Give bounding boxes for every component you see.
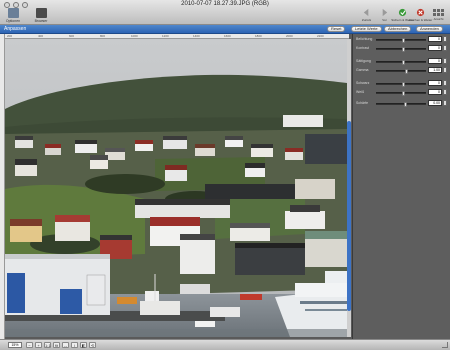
image-canvas[interactable] — [5, 39, 347, 337]
ruler-tick: 600 — [69, 34, 75, 38]
browser-button[interactable]: Browser — [32, 8, 50, 23]
slider-label: Schärfe — [356, 101, 369, 105]
forward-arrow-icon — [382, 8, 388, 17]
toolbar-left: Optionen Browser — [4, 8, 50, 23]
status-bar: 15% − + 1:1 fit ↔ ↕ ◧ ⟲ — [0, 339, 450, 350]
gamma-stepper[interactable] — [443, 67, 447, 73]
options-icon — [7, 8, 19, 18]
adjust-header-bar: Anpassen Reset Letzte Werte Abbrechen An… — [0, 25, 450, 34]
ruler-tick: 2000 — [286, 34, 293, 38]
contrast-stepper[interactable] — [443, 45, 447, 51]
ruler-tick: 200 — [7, 34, 13, 38]
adjustments-panel: Belichtung 0 Kontrast 0 Sättigung 0 Gamm… — [352, 34, 450, 339]
slider-knob[interactable] — [401, 47, 405, 52]
contrast-slider[interactable] — [376, 47, 426, 52]
compare-button[interactable]: ◧ — [80, 342, 87, 348]
gamma-value[interactable]: 1.00 — [428, 67, 442, 73]
saturation-stepper[interactable] — [443, 58, 447, 64]
app-window: 2010-07-07 18.27.39.JPG (RGB) Optionen B… — [0, 0, 450, 350]
zoom-out-button[interactable]: − — [26, 342, 33, 348]
slider-knob[interactable] — [401, 38, 405, 43]
white-value[interactable]: 0 — [428, 89, 442, 95]
title-toolbar: 2010-07-07 18.27.39.JPG (RGB) Optionen B… — [0, 0, 450, 25]
back-arrow-icon — [363, 8, 369, 17]
saturation-value[interactable]: 0 — [428, 58, 442, 64]
cancel-button[interactable]: Abbrechen — [384, 26, 412, 32]
actual-size-button[interactable]: 1:1 — [44, 342, 51, 348]
gamma-slider[interactable] — [376, 69, 426, 74]
slider-label: Gamma — [356, 68, 369, 72]
vertical-scroll-thumb[interactable] — [347, 121, 351, 311]
ruler-tick: 2200 — [317, 34, 324, 38]
contrast-value[interactable]: 0 — [428, 45, 442, 51]
exposure-slider[interactable] — [376, 38, 426, 43]
reset-button[interactable]: Reset — [327, 26, 346, 32]
view-button[interactable]: Ansicht — [431, 8, 446, 21]
white-slider[interactable] — [376, 91, 426, 96]
slider-knob[interactable] — [401, 60, 405, 65]
panel-title: Anpassen — [4, 26, 27, 32]
save-continue-icon — [398, 8, 407, 17]
ruler-tick: 1200 — [162, 34, 169, 38]
delete-continue-icon — [416, 8, 425, 17]
slider-row-contrast: Kontrast 0 — [356, 45, 448, 53]
ruler-tick: 1800 — [255, 34, 262, 38]
view-grid-icon — [433, 9, 444, 16]
slider-row-white: Weiß 0 — [356, 89, 448, 97]
vertical-scrollbar[interactable] — [347, 39, 351, 337]
exposure-value[interactable]: 0 — [428, 36, 442, 42]
ruler-tick: 800 — [100, 34, 106, 38]
fit-width-button[interactable]: ↔ — [62, 342, 69, 348]
last-values-button[interactable]: Letzte Werte — [351, 26, 382, 32]
slider-label: Kontrast — [356, 46, 370, 50]
slider-row-exposure: Belichtung 0 — [356, 36, 448, 44]
ruler-tick: 1000 — [131, 34, 138, 38]
slider-label: Sättigung — [356, 59, 371, 63]
apply-button[interactable]: Anwenden — [416, 26, 443, 32]
fit-height-button[interactable]: ↕ — [71, 342, 78, 348]
sharpness-value[interactable]: 0.00 — [428, 100, 442, 106]
white-stepper[interactable] — [443, 89, 447, 95]
ruler-tick: 400 — [38, 34, 44, 38]
harbor-town-photo — [5, 39, 347, 337]
slider-knob[interactable] — [404, 102, 408, 107]
sharpness-stepper[interactable] — [443, 100, 447, 106]
slider-label: Schwarz — [356, 81, 370, 85]
slider-row-gamma: Gamma 1.00 — [356, 67, 448, 75]
rotate-button[interactable]: ⟲ — [89, 342, 96, 348]
saturation-slider[interactable] — [376, 60, 426, 65]
resize-grip-icon[interactable] — [442, 342, 448, 348]
sharpness-slider[interactable] — [376, 102, 426, 107]
slider-row-black: Schwarz 0 — [356, 80, 448, 88]
window-title: 2010-07-07 18.27.39.JPG (RGB) — [181, 1, 269, 7]
black-slider[interactable] — [376, 82, 426, 87]
slider-label: Belichtung — [356, 37, 373, 41]
ruler-tick: 1600 — [224, 34, 231, 38]
slider-label: Weiß — [356, 90, 365, 94]
slider-knob[interactable] — [405, 69, 409, 74]
slider-knob[interactable] — [401, 82, 405, 87]
slider-row-sharpness: Schärfe 0.00 — [356, 100, 448, 108]
back-button[interactable]: Zurück — [359, 8, 374, 22]
slider-knob[interactable] — [401, 91, 405, 96]
fit-button[interactable]: fit — [53, 342, 60, 348]
browser-icon — [35, 8, 47, 18]
zoom-level-field[interactable]: 15% — [8, 342, 22, 348]
delete-continue-button[interactable]: Löschen & Weiter — [409, 8, 432, 22]
zoom-in-button[interactable]: + — [35, 342, 42, 348]
slider-row-saturation: Sättigung 0 — [356, 58, 448, 66]
options-button[interactable]: Optionen — [4, 8, 22, 23]
ruler-tick: 1400 — [193, 34, 200, 38]
toolbar-right: Zurück Vor Sichern & Weiter Löschen & We… — [359, 8, 446, 22]
black-stepper[interactable] — [443, 80, 447, 86]
exposure-stepper[interactable] — [443, 36, 447, 42]
forward-button[interactable]: Vor — [377, 8, 392, 22]
black-value[interactable]: 0 — [428, 80, 442, 86]
